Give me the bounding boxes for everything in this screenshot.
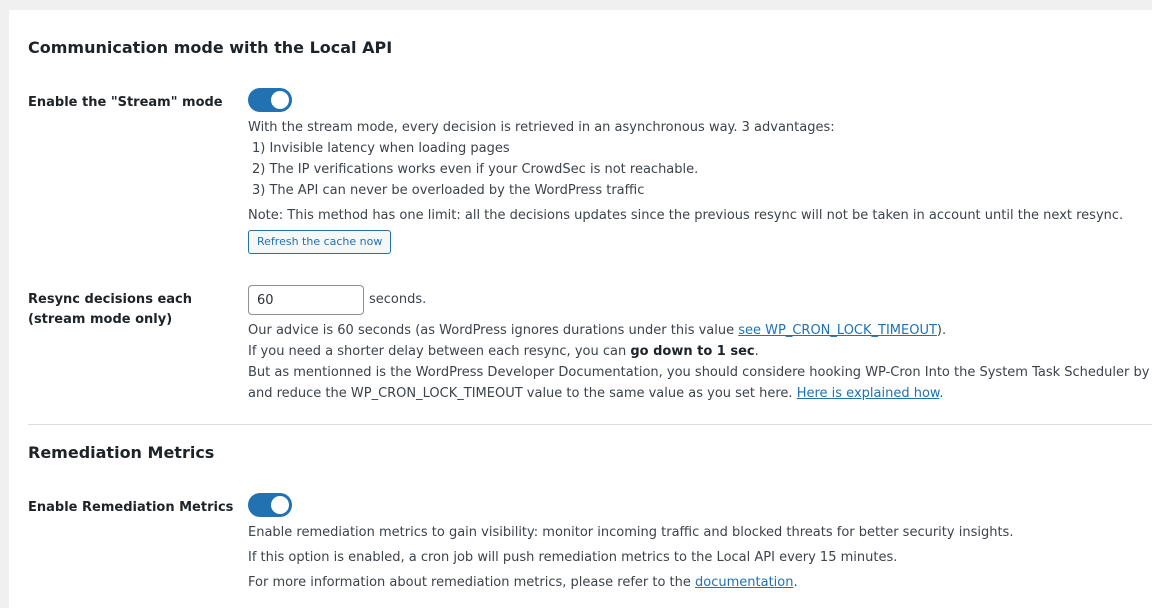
stream-advantage-1: 1) Invisible latency when loading pages bbox=[252, 141, 510, 156]
resync-reduce-line: and reduce the WP_CRON_LOCK_TIMEOUT valu… bbox=[248, 383, 1152, 404]
metrics-section-title: Remediation Metrics bbox=[28, 443, 215, 462]
resync-description: Our advice is 60 seconds (as WordPress i… bbox=[248, 320, 1152, 404]
metrics-description-1: Enable remediation metrics to gain visib… bbox=[248, 525, 1014, 540]
toggle-knob bbox=[271, 91, 289, 109]
resync-shorter-bold: go down to 1 sec bbox=[630, 344, 755, 359]
resync-label: Resync decisions each (stream mode only) bbox=[28, 290, 192, 330]
metrics-desc3-suffix: . bbox=[793, 575, 798, 590]
resync-advice-line: Our advice is 60 seconds (as WordPress i… bbox=[248, 320, 1152, 341]
stream-mode-description: With the stream mode, every decision is … bbox=[248, 117, 835, 201]
stream-advantage-2: 2) The IP verifications works even if yo… bbox=[252, 162, 699, 177]
settings-panel: Communication mode with the Local API En… bbox=[9, 10, 1152, 608]
metrics-label: Enable Remediation Metrics bbox=[28, 500, 234, 515]
resync-seconds-input[interactable] bbox=[248, 285, 364, 315]
wp-cron-lock-timeout-link[interactable]: see WP_CRON_LOCK_TIMEOUT bbox=[738, 323, 937, 338]
stream-advantage-3: 3) The API can never be overloaded by th… bbox=[252, 183, 645, 198]
resync-shorter-suffix: . bbox=[754, 344, 759, 359]
resync-shorter-line: If you need a shorter delay between each… bbox=[248, 341, 1152, 362]
stream-intro-text: With the stream mode, every decision is … bbox=[248, 120, 835, 135]
resync-shorter-prefix: If you need a shorter delay between each… bbox=[248, 344, 631, 359]
stream-mode-label: Enable the "Stream" mode bbox=[28, 95, 223, 110]
stream-note-text: Note: This method has one limit: all the… bbox=[248, 208, 1124, 223]
documentation-link[interactable]: documentation bbox=[695, 575, 793, 590]
toggle-knob bbox=[271, 496, 289, 514]
resync-reduce-suffix: . bbox=[939, 386, 944, 401]
metrics-desc3-prefix: For more information about remediation m… bbox=[248, 575, 696, 590]
metrics-description-3: For more information about remediation m… bbox=[248, 572, 798, 593]
explained-how-link[interactable]: Here is explained how bbox=[797, 386, 940, 401]
resync-advice-suffix: ). bbox=[936, 323, 947, 338]
resync-docs-line: But as mentionned is the WordPress Devel… bbox=[248, 365, 1152, 380]
section-divider bbox=[28, 424, 1152, 425]
metrics-toggle[interactable] bbox=[248, 493, 292, 517]
resync-label-line-2: (stream mode only) bbox=[28, 312, 173, 327]
resync-unit-label: seconds. bbox=[369, 292, 427, 307]
metrics-description-2: If this option is enabled, a cron job wi… bbox=[248, 550, 898, 565]
refresh-cache-button[interactable]: Refresh the cache now bbox=[248, 230, 392, 254]
stream-mode-toggle[interactable] bbox=[248, 88, 292, 112]
stream-section-title: Communication mode with the Local API bbox=[28, 38, 393, 57]
resync-advice-prefix: Our advice is 60 seconds (as WordPress i… bbox=[248, 323, 739, 338]
resync-reduce-prefix: and reduce the WP_CRON_LOCK_TIMEOUT valu… bbox=[248, 386, 797, 401]
resync-label-line-1: Resync decisions each bbox=[28, 292, 193, 307]
